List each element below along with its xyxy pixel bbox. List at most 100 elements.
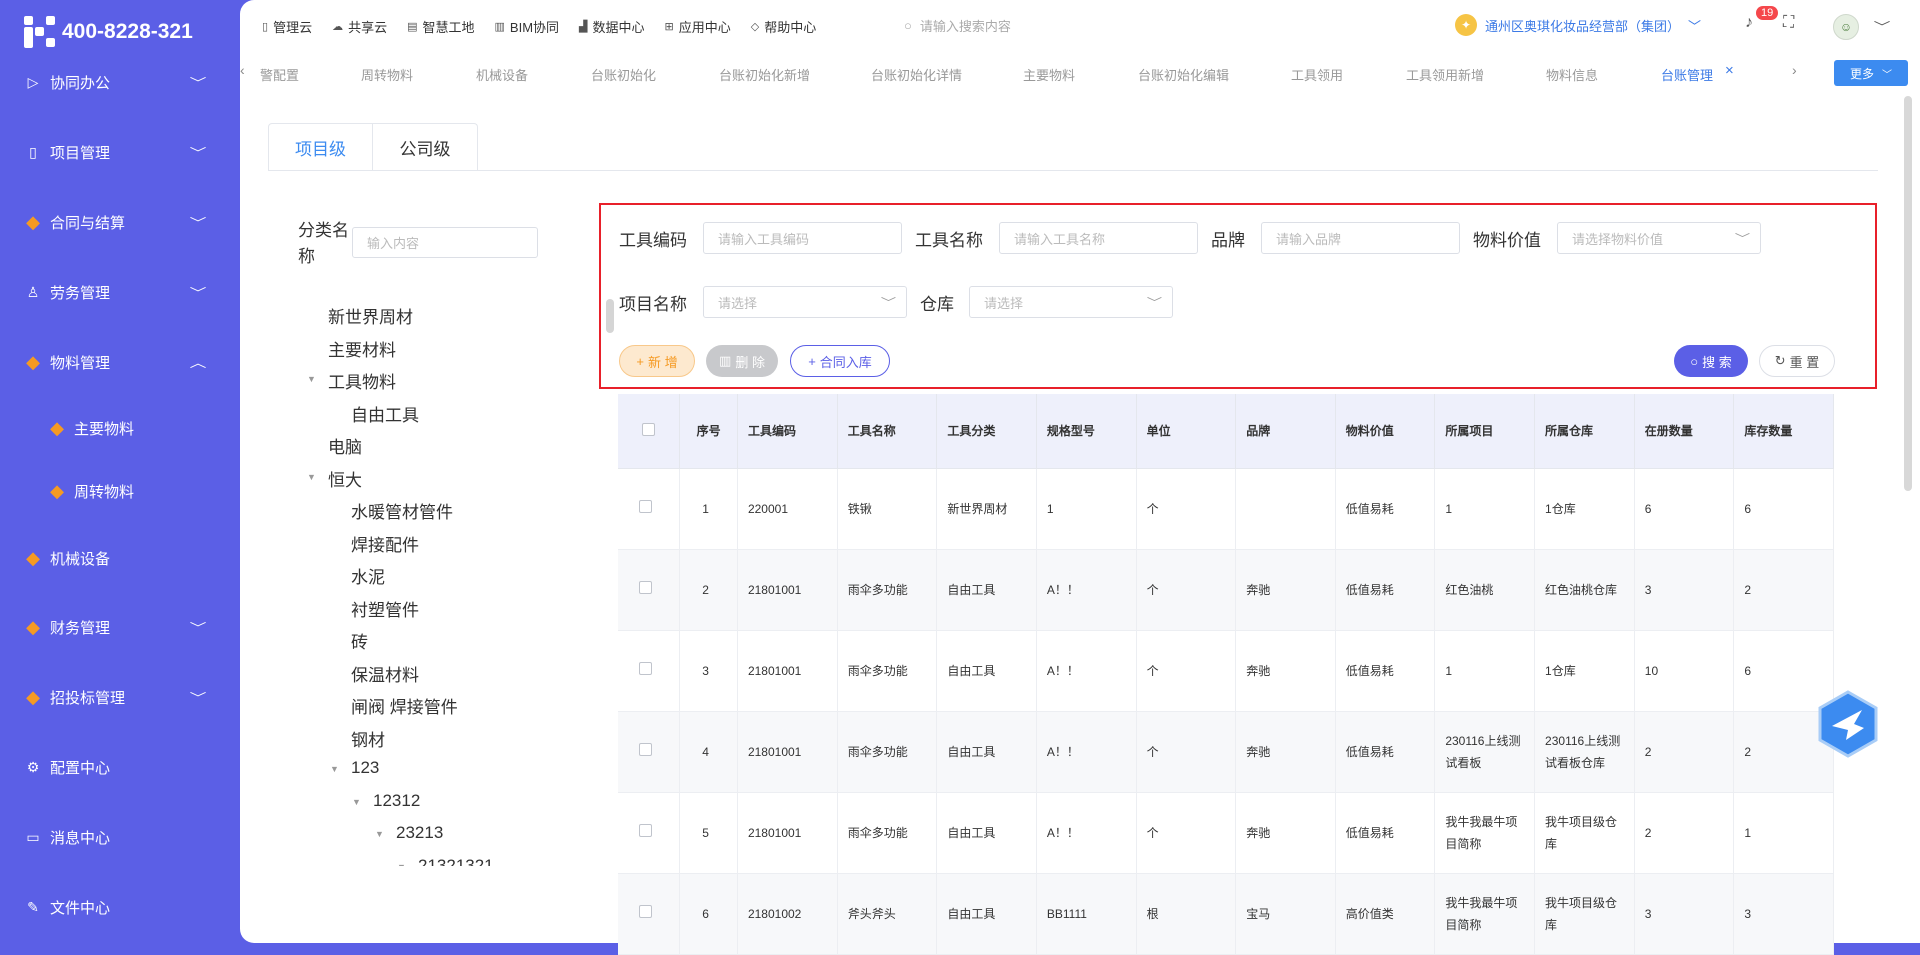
- select-all-checkbox-cell[interactable]: [618, 394, 681, 469]
- category-search-input[interactable]: 输入内容: [352, 227, 538, 258]
- sidebar-item-5[interactable]: ◆ 主要物料: [0, 408, 240, 448]
- row-checkbox[interactable]: [639, 499, 653, 513]
- tree-caret-icon[interactable]: ▼: [352, 797, 361, 807]
- table-row[interactable]: 4 21801001 雨伞多功能 自由工具 A！！个奔驰 低值易耗 230116上线测试看板…: [618, 711, 1834, 793]
- topnav-item-2[interactable]: ▤ 智慧工地: [407, 17, 474, 36]
- sidebar-item-4[interactable]: ◆ 物料管理 ︿: [0, 342, 240, 382]
- topnav-item-1[interactable]: ☁ 共享云: [332, 17, 387, 36]
- sidebar-item-10[interactable]: ⚙ 配置中心: [0, 747, 240, 787]
- contract-in-button[interactable]: + 合同入库: [790, 345, 890, 377]
- avatar[interactable]: ☺: [1833, 14, 1859, 40]
- tree-node[interactable]: 电脑: [328, 433, 362, 458]
- tab-0[interactable]: 警配置: [260, 65, 299, 84]
- search-input[interactable]: 请输入搜索内容: [920, 16, 1011, 35]
- row-checkbox-cell[interactable]: [618, 468, 681, 550]
- row-checkbox[interactable]: [639, 904, 653, 918]
- row-checkbox-cell[interactable]: [618, 792, 681, 874]
- close-icon[interactable]: ×: [1725, 62, 1734, 79]
- tree-node[interactable]: 砖: [351, 628, 368, 653]
- tab-5[interactable]: 台账初始化详情: [871, 65, 962, 84]
- material-value-select[interactable]: 请选择物料价值 ﹀: [1557, 222, 1761, 254]
- tree-node[interactable]: 焊接配件: [351, 531, 419, 556]
- chevron-left-icon[interactable]: ‹: [240, 62, 245, 78]
- brand-input[interactable]: 请输入品牌: [1261, 222, 1460, 254]
- chevron-down-icon[interactable]: ﹀: [1874, 18, 1891, 35]
- row-checkbox-cell[interactable]: [618, 873, 681, 955]
- fullscreen-icon[interactable]: ⛶: [1783, 14, 1794, 32]
- tool-code-input[interactable]: 请输入工具编码: [703, 222, 902, 254]
- tree-node[interactable]: 自由工具: [351, 401, 419, 426]
- table-row[interactable]: 6 21801002 斧头斧头 自由工具 BB1111 根宝马 高价值类 我牛我最牛项目简称我…: [618, 873, 1834, 955]
- tree-caret-icon[interactable]: ▼: [307, 472, 316, 482]
- tab-4[interactable]: 台账初始化新增: [719, 65, 810, 84]
- tab-6[interactable]: 主要物料: [1023, 65, 1075, 84]
- global-search[interactable]: ○ 请输入搜索内容: [904, 16, 1011, 35]
- tab-project-level[interactable]: 项目级: [269, 124, 373, 171]
- tab-2[interactable]: 机械设备: [476, 65, 528, 84]
- tree-node[interactable]: 工具物料: [328, 368, 396, 393]
- sidebar-item-7[interactable]: ◆ 机械设备: [0, 538, 240, 578]
- tab-company-level[interactable]: 公司级: [373, 124, 477, 171]
- tab-8[interactable]: 工具领用: [1291, 65, 1343, 84]
- row-checkbox-cell[interactable]: [618, 630, 681, 712]
- topnav-item-4[interactable]: ▟ 数据中心: [579, 17, 644, 36]
- tree-caret-icon[interactable]: ▼: [397, 862, 406, 866]
- assistant-bird-icon[interactable]: [1816, 690, 1880, 758]
- topnav-item-3[interactable]: ▥ BIM协同: [495, 17, 560, 36]
- tab-3[interactable]: 台账初始化: [591, 65, 656, 84]
- add-button[interactable]: + 新 增: [619, 345, 695, 377]
- select-all-checkbox[interactable]: [642, 422, 656, 436]
- sidebar-item-8[interactable]: ◆ 财务管理 ﹀: [0, 607, 240, 647]
- sidebar-item-3[interactable]: ♙ 劳务管理 ﹀: [0, 272, 240, 312]
- bell-icon[interactable]: ♪: [1745, 14, 1753, 32]
- tree-node[interactable]: 21321321: [418, 856, 494, 866]
- tree-node[interactable]: 衬塑管件: [351, 596, 419, 621]
- tab-9[interactable]: 工具领用新增: [1406, 65, 1484, 84]
- sidebar-item-0[interactable]: ▷ 协同办公 ﹀: [0, 62, 240, 102]
- tree-caret-icon[interactable]: ▼: [330, 764, 339, 774]
- tree-node[interactable]: 123: [351, 758, 379, 778]
- row-checkbox[interactable]: [639, 661, 653, 675]
- tree-caret-icon[interactable]: ▼: [375, 829, 384, 839]
- chevron-right-icon[interactable]: ›: [1792, 62, 1797, 78]
- reset-button[interactable]: ↻ 重 置: [1759, 345, 1835, 377]
- search-button[interactable]: ○ 搜 索: [1674, 345, 1748, 377]
- table-row[interactable]: 5 21801001 雨伞多功能 自由工具 A！！个奔驰 低值易耗 我牛我最牛项目简称 我牛项…: [618, 792, 1834, 874]
- tree-caret-icon[interactable]: ▼: [307, 374, 316, 384]
- project-name-select[interactable]: 请选择 ﹀: [703, 286, 907, 318]
- tree-node[interactable]: 主要材料: [328, 336, 396, 361]
- tree-node[interactable]: 23213: [396, 823, 443, 843]
- topnav-item-6[interactable]: ◇ 帮助中心: [751, 17, 816, 36]
- topnav-item-5[interactable]: ⊞ 应用中心: [665, 17, 731, 36]
- sidebar-item-11[interactable]: ▭ 消息中心: [0, 817, 240, 857]
- tree-node[interactable]: 钢材: [351, 726, 385, 751]
- sidebar-item-6[interactable]: ◆ 周转物料: [0, 471, 240, 511]
- page-scrollbar[interactable]: [1904, 96, 1912, 491]
- tree-node[interactable]: 新世界周材: [328, 303, 413, 328]
- sidebar-item-12[interactable]: ✎ 文件中心: [0, 887, 240, 927]
- tree-node[interactable]: 12312: [373, 791, 420, 811]
- tree-node[interactable]: 水泥: [351, 563, 385, 588]
- row-checkbox-cell[interactable]: [618, 549, 681, 631]
- tree-node[interactable]: 恒大: [328, 466, 362, 491]
- more-button[interactable]: 更多 ﹀: [1834, 60, 1908, 86]
- tab-11[interactable]: 台账管理: [1661, 65, 1713, 84]
- row-checkbox[interactable]: [639, 823, 653, 837]
- topnav-item-0[interactable]: ▯ 管理云: [262, 17, 312, 36]
- table-row[interactable]: 3 21801001 雨伞多功能 自由工具 A！！个奔驰 低值易耗 1 1仓库 10 6: [618, 630, 1834, 712]
- sidebar-item-9[interactable]: ◆ 招投标管理 ﹀: [0, 677, 240, 717]
- tab-10[interactable]: 物料信息: [1546, 65, 1598, 84]
- tree-node[interactable]: 保温材料: [351, 661, 419, 686]
- delete-button[interactable]: ▥ 删 除: [706, 345, 778, 377]
- table-row[interactable]: 1 220001 铁锹 新世界周材 1 个低值易耗 1 1仓库 6 6: [618, 468, 1834, 550]
- tree-node[interactable]: 闸阀 焊接管件: [351, 693, 458, 718]
- tab-7[interactable]: 台账初始化编辑: [1138, 65, 1229, 84]
- org-switcher[interactable]: ✦ 通州区奥琪化妆品经营部（集团） ﹀: [1455, 14, 1701, 36]
- row-checkbox-cell[interactable]: [618, 711, 681, 793]
- warehouse-select[interactable]: 请选择 ﹀: [969, 286, 1173, 318]
- tree-node[interactable]: 水暖管材管件: [351, 498, 453, 523]
- table-row[interactable]: 2 21801001 雨伞多功能 自由工具 A！！个奔驰 低值易耗 红色油桃 红色油桃仓库 3 2: [618, 549, 1834, 631]
- sidebar-item-2[interactable]: ◆ 合同与结算 ﹀: [0, 202, 240, 242]
- sidebar-item-1[interactable]: ▯ 项目管理 ﹀: [0, 132, 240, 172]
- tab-1[interactable]: 周转物料: [361, 65, 413, 84]
